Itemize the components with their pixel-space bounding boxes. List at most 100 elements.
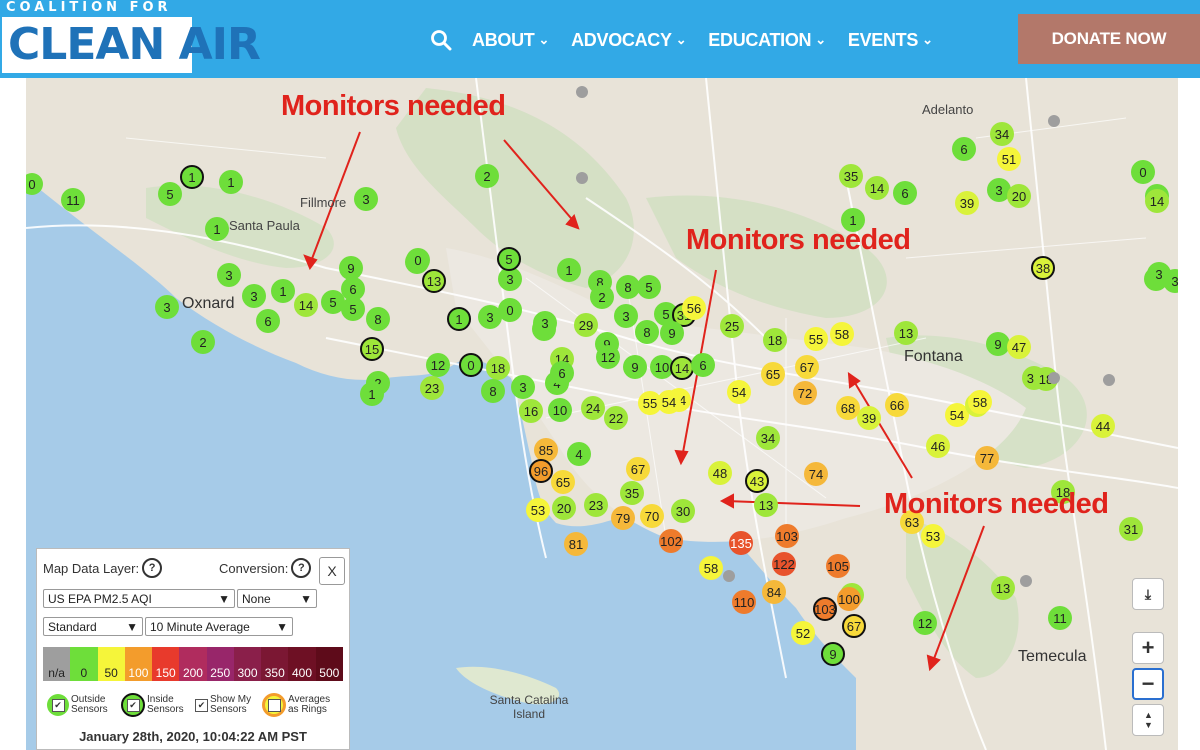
sensor-marker[interactable]: 20 xyxy=(552,496,576,520)
sensor-marker[interactable]: 5 xyxy=(497,247,521,271)
sensor-marker[interactable]: 34 xyxy=(756,426,780,450)
sensor-marker[interactable]: 31 xyxy=(1119,517,1143,541)
sensor-marker[interactable]: 6 xyxy=(550,361,574,385)
checkbox-outside[interactable]: ✔ xyxy=(51,698,65,712)
zoom-in-button[interactable]: + xyxy=(1132,632,1164,664)
sensor-marker[interactable]: 35 xyxy=(620,481,644,505)
style-select[interactable]: Standard ▼ xyxy=(43,617,143,636)
checkbox-inside[interactable]: ✔ xyxy=(126,698,140,712)
sensor-marker[interactable]: 96 xyxy=(529,459,553,483)
sensor-marker[interactable]: 8 xyxy=(481,379,505,403)
sensor-marker[interactable]: 23 xyxy=(584,493,608,517)
coalition-logo[interactable]: COALITION FOR CLEAN AIR xyxy=(2,0,261,73)
sensor-marker[interactable]: 3 xyxy=(1147,262,1171,286)
sensor-marker[interactable]: 30 xyxy=(671,499,695,523)
nav-education[interactable]: EDUCATION ⌄ xyxy=(708,30,826,51)
sensor-marker[interactable]: 16 xyxy=(519,399,543,423)
sensor-marker[interactable]: 103 xyxy=(813,597,837,621)
sensor-marker[interactable]: 3 xyxy=(155,295,179,319)
sensor-marker[interactable]: 9 xyxy=(623,355,647,379)
sensor-marker[interactable]: 68 xyxy=(836,396,860,420)
no-data-sensor[interactable] xyxy=(576,172,588,184)
sensor-marker[interactable]: 48 xyxy=(708,461,732,485)
close-panel-button[interactable]: X xyxy=(319,557,345,585)
sensor-marker[interactable]: 58 xyxy=(830,322,854,346)
sensor-marker[interactable]: 77 xyxy=(975,446,999,470)
help-icon[interactable]: ? xyxy=(142,558,163,578)
sensor-marker[interactable]: 15 xyxy=(360,337,384,361)
sensor-marker[interactable]: 3 xyxy=(242,284,266,308)
no-data-sensor[interactable] xyxy=(576,86,588,98)
sensor-marker[interactable]: 43 xyxy=(745,469,769,493)
sensor-marker[interactable]: 110 xyxy=(732,590,756,614)
sensor-marker[interactable]: 5 xyxy=(637,275,661,299)
conversion-select[interactable]: None ▼ xyxy=(237,589,317,608)
no-data-sensor[interactable] xyxy=(1048,115,1060,127)
sensor-marker[interactable]: 2 xyxy=(475,164,499,188)
sensor-marker[interactable]: 1 xyxy=(557,258,581,282)
sensor-marker[interactable]: 14 xyxy=(865,176,889,200)
sensor-marker[interactable]: 23 xyxy=(420,376,444,400)
sensor-marker[interactable]: 1 xyxy=(180,165,204,189)
sensor-marker[interactable]: 72 xyxy=(793,381,817,405)
sensor-marker[interactable]: 13 xyxy=(422,269,446,293)
sensor-marker[interactable]: 54 xyxy=(727,380,751,404)
sensor-marker[interactable]: 18 xyxy=(763,328,787,352)
sensor-marker[interactable]: 70 xyxy=(640,504,664,528)
sensor-marker[interactable]: 135 xyxy=(729,531,753,555)
sensor-marker[interactable]: 20 xyxy=(1007,184,1031,208)
sensor-marker[interactable]: 5 xyxy=(158,182,182,206)
sensor-marker[interactable]: 25 xyxy=(720,314,744,338)
sensor-marker[interactable]: 0 xyxy=(498,298,522,322)
sensor-marker[interactable]: 3 xyxy=(354,187,378,211)
sensor-marker[interactable]: 38 xyxy=(1031,256,1055,280)
layer-select[interactable]: US EPA PM2.5 AQI ▼ xyxy=(43,589,235,608)
no-data-sensor[interactable] xyxy=(1020,575,1032,587)
sensor-marker[interactable]: 1 xyxy=(219,170,243,194)
sensor-marker[interactable]: 103 xyxy=(775,524,799,548)
sensor-marker[interactable]: 0 xyxy=(459,353,483,377)
sensor-marker[interactable]: 100 xyxy=(837,587,861,611)
sensor-marker[interactable]: 84 xyxy=(762,580,786,604)
sensor-marker[interactable]: 79 xyxy=(611,506,635,530)
sensor-marker[interactable]: 18 xyxy=(486,356,510,380)
sensor-marker[interactable]: 47 xyxy=(1007,335,1031,359)
sensor-marker[interactable]: 13 xyxy=(754,493,778,517)
sensor-marker[interactable]: 2 xyxy=(590,285,614,309)
sensor-marker[interactable]: 55 xyxy=(804,327,828,351)
sensor-marker[interactable]: 0 xyxy=(1131,160,1155,184)
sensor-marker[interactable]: 53 xyxy=(921,524,945,548)
sensor-marker[interactable]: 122 xyxy=(772,552,796,576)
sensor-marker[interactable]: 1 xyxy=(447,307,471,331)
sensor-marker[interactable]: 14 xyxy=(294,293,318,317)
sensor-marker[interactable]: 12 xyxy=(596,345,620,369)
help-icon[interactable]: ? xyxy=(291,558,312,578)
nav-advocacy[interactable]: ADVOCACY ⌄ xyxy=(571,30,686,51)
sensor-marker[interactable]: 52 xyxy=(791,621,815,645)
sensor-marker[interactable]: 56 xyxy=(682,296,706,320)
sensor-marker[interactable]: 35 xyxy=(839,164,863,188)
sensor-marker[interactable]: 66 xyxy=(885,393,909,417)
nav-events[interactable]: EVENTS ⌄ xyxy=(848,30,933,51)
sensor-marker[interactable]: 65 xyxy=(761,362,785,386)
sensor-marker[interactable]: 6 xyxy=(256,309,280,333)
sensor-marker[interactable]: 1 xyxy=(360,382,384,406)
sensor-marker[interactable]: 67 xyxy=(842,614,866,638)
sensor-marker[interactable]: 58 xyxy=(968,390,992,414)
sensor-marker[interactable]: 58 xyxy=(699,556,723,580)
sensor-marker[interactable]: 105 xyxy=(826,554,850,578)
no-data-sensor[interactable] xyxy=(1048,372,1060,384)
sensor-marker[interactable]: 2 xyxy=(191,330,215,354)
no-data-sensor[interactable] xyxy=(723,570,735,582)
sensor-marker[interactable]: 11 xyxy=(61,188,85,212)
sensor-marker[interactable]: 3 xyxy=(533,311,557,335)
checkbox-rings[interactable] xyxy=(267,698,281,712)
sensor-marker[interactable]: 8 xyxy=(635,320,659,344)
nav-about[interactable]: ABOUT ⌄ xyxy=(472,30,549,51)
sensor-marker[interactable]: 8 xyxy=(366,307,390,331)
sensor-marker[interactable]: 13 xyxy=(991,576,1015,600)
sensor-marker[interactable]: 3 xyxy=(217,263,241,287)
sensor-marker[interactable]: 67 xyxy=(795,355,819,379)
sensor-marker[interactable]: 65 xyxy=(551,470,575,494)
sensor-marker[interactable]: 4 xyxy=(567,442,591,466)
